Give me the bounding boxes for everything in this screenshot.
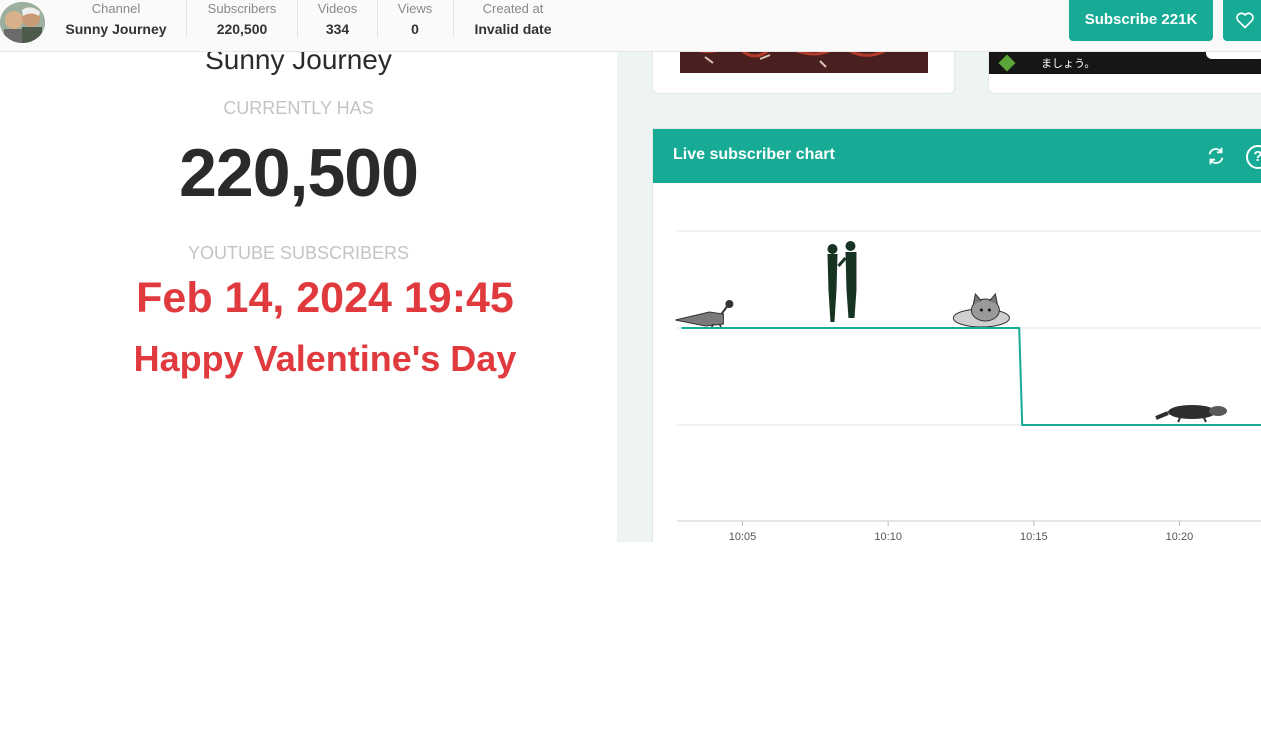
views-value: 0 xyxy=(411,21,419,37)
chart-tick-label: 10:10 xyxy=(874,531,902,540)
created-label: Created at xyxy=(482,1,544,16)
subscribers-stat: Subscribers 220,500 xyxy=(200,0,284,40)
date-text: Feb 14, 2024 19:45 xyxy=(136,274,514,322)
divider xyxy=(297,0,298,38)
channel-label: Channel xyxy=(91,1,141,16)
created-stat: Created at Invalid date xyxy=(470,0,556,40)
video-thumbnail[interactable] xyxy=(680,52,928,73)
created-value: Invalid date xyxy=(474,21,552,37)
valentine-message: Happy Valentine's Day xyxy=(133,338,517,379)
divider xyxy=(453,0,454,38)
youtube-subscribers-label: YOUTUBE SUBSCRIBERS xyxy=(187,243,410,263)
subscriber-count-panel: Sunny Journey CURRENTLY HAS 220,500 YOUT… xyxy=(0,44,617,542)
channel-stat: Channel Sunny Journey xyxy=(64,0,168,40)
top-bar: Channel Sunny Journey Subscribers 220,50… xyxy=(0,0,1261,52)
video-card[interactable] xyxy=(652,52,955,94)
channel-avatar[interactable] xyxy=(0,2,45,43)
subscribers-label: Subscribers xyxy=(207,1,277,16)
currently-has-label: CURRENTLY HAS xyxy=(223,98,374,118)
divider xyxy=(186,0,187,38)
subscriber-count: 220,500 xyxy=(179,135,419,211)
subscribers-value: 220,500 xyxy=(216,21,268,37)
chart-header: Live subscriber chart ? xyxy=(653,129,1261,183)
videos-value: 334 xyxy=(325,21,350,37)
chart-title: Live subscriber chart xyxy=(673,146,835,163)
chart-tick-label: 10:15 xyxy=(1020,531,1048,540)
heart-icon xyxy=(1236,12,1254,29)
favorite-button[interactable] xyxy=(1223,0,1261,41)
subscribe-button[interactable]: Subscribe 221K xyxy=(1069,0,1213,41)
channel-value[interactable]: Sunny Journey xyxy=(64,19,168,39)
views-label: Views xyxy=(397,1,433,16)
videos-stat: Videos 334 xyxy=(310,0,365,40)
videos-label: Videos xyxy=(317,1,358,16)
chart-tick-label: 10:20 xyxy=(1166,531,1194,540)
subscriber-chart: 10:05 10:10 10:15 10:20 xyxy=(675,230,1261,540)
promo-text: ましょう。 xyxy=(1041,58,1096,70)
cat-icon xyxy=(952,292,1010,328)
promo-pill xyxy=(1206,52,1261,59)
ferret-icon xyxy=(1152,404,1237,426)
refresh-icon[interactable] xyxy=(1205,145,1227,167)
divider xyxy=(377,0,378,38)
promo-card[interactable]: ましょう。 xyxy=(988,52,1261,94)
chart-tick-label: 10:05 xyxy=(729,531,757,540)
help-icon[interactable]: ? xyxy=(1246,145,1261,169)
views-stat: Views 0 xyxy=(390,0,440,40)
couple-silhouette-icon xyxy=(827,241,857,322)
pheasant-icon xyxy=(675,300,734,329)
